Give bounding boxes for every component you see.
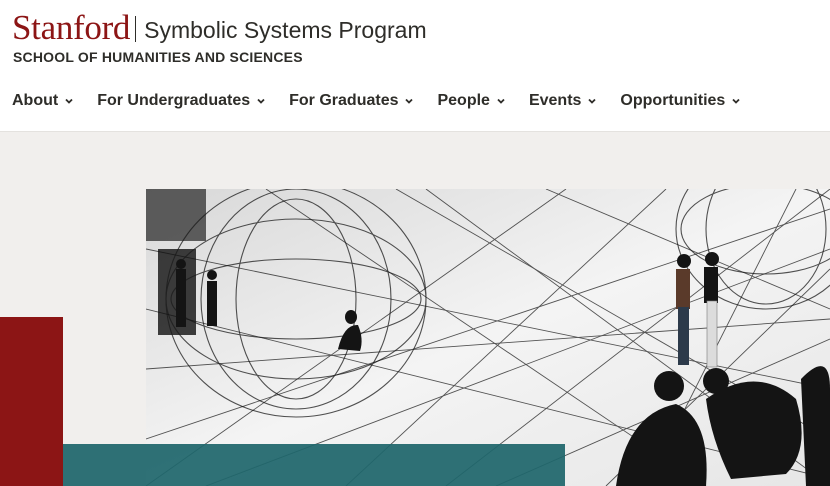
cardinal-accent-block	[0, 317, 63, 486]
nav-item-opportunities[interactable]: Opportunities	[620, 92, 741, 110]
brand-divider	[135, 16, 137, 42]
chevron-down-icon	[587, 96, 597, 106]
nav-label: About	[12, 92, 59, 109]
school-name[interactable]: SCHOOL OF HUMANITIES AND SCIENCES	[13, 49, 303, 65]
chevron-down-icon	[64, 96, 74, 106]
stanford-wordmark[interactable]: Stanford	[12, 8, 130, 48]
nav-label: Opportunities	[620, 92, 726, 109]
chevron-down-icon	[404, 96, 414, 106]
chevron-down-icon	[256, 96, 266, 106]
brand-lockup[interactable]: Stanford Symbolic Systems Program	[12, 8, 427, 48]
hero-image	[146, 189, 830, 486]
program-name[interactable]: Symbolic Systems Program	[144, 17, 426, 43]
site-header: Stanford Symbolic Systems Program SCHOOL…	[0, 0, 830, 132]
nav-item-for-graduates[interactable]: For Graduates	[289, 92, 414, 110]
nav-item-for-undergraduates[interactable]: For Undergraduates	[97, 92, 266, 110]
string-installation-artwork	[146, 189, 830, 486]
chevron-down-icon	[496, 96, 506, 106]
hero-section	[0, 132, 830, 486]
nav-label: Events	[528, 92, 582, 109]
nav-label: For Undergraduates	[97, 92, 251, 109]
nav-item-people[interactable]: People	[437, 92, 505, 110]
nav-label: People	[437, 92, 490, 109]
main-nav: About For Undergraduates For Graduates P…	[12, 92, 764, 110]
teal-accent-block	[63, 444, 565, 486]
nav-item-events[interactable]: Events	[529, 92, 597, 110]
chevron-down-icon	[731, 96, 741, 106]
nav-label: For Graduates	[289, 92, 399, 109]
nav-item-about[interactable]: About	[12, 92, 74, 110]
